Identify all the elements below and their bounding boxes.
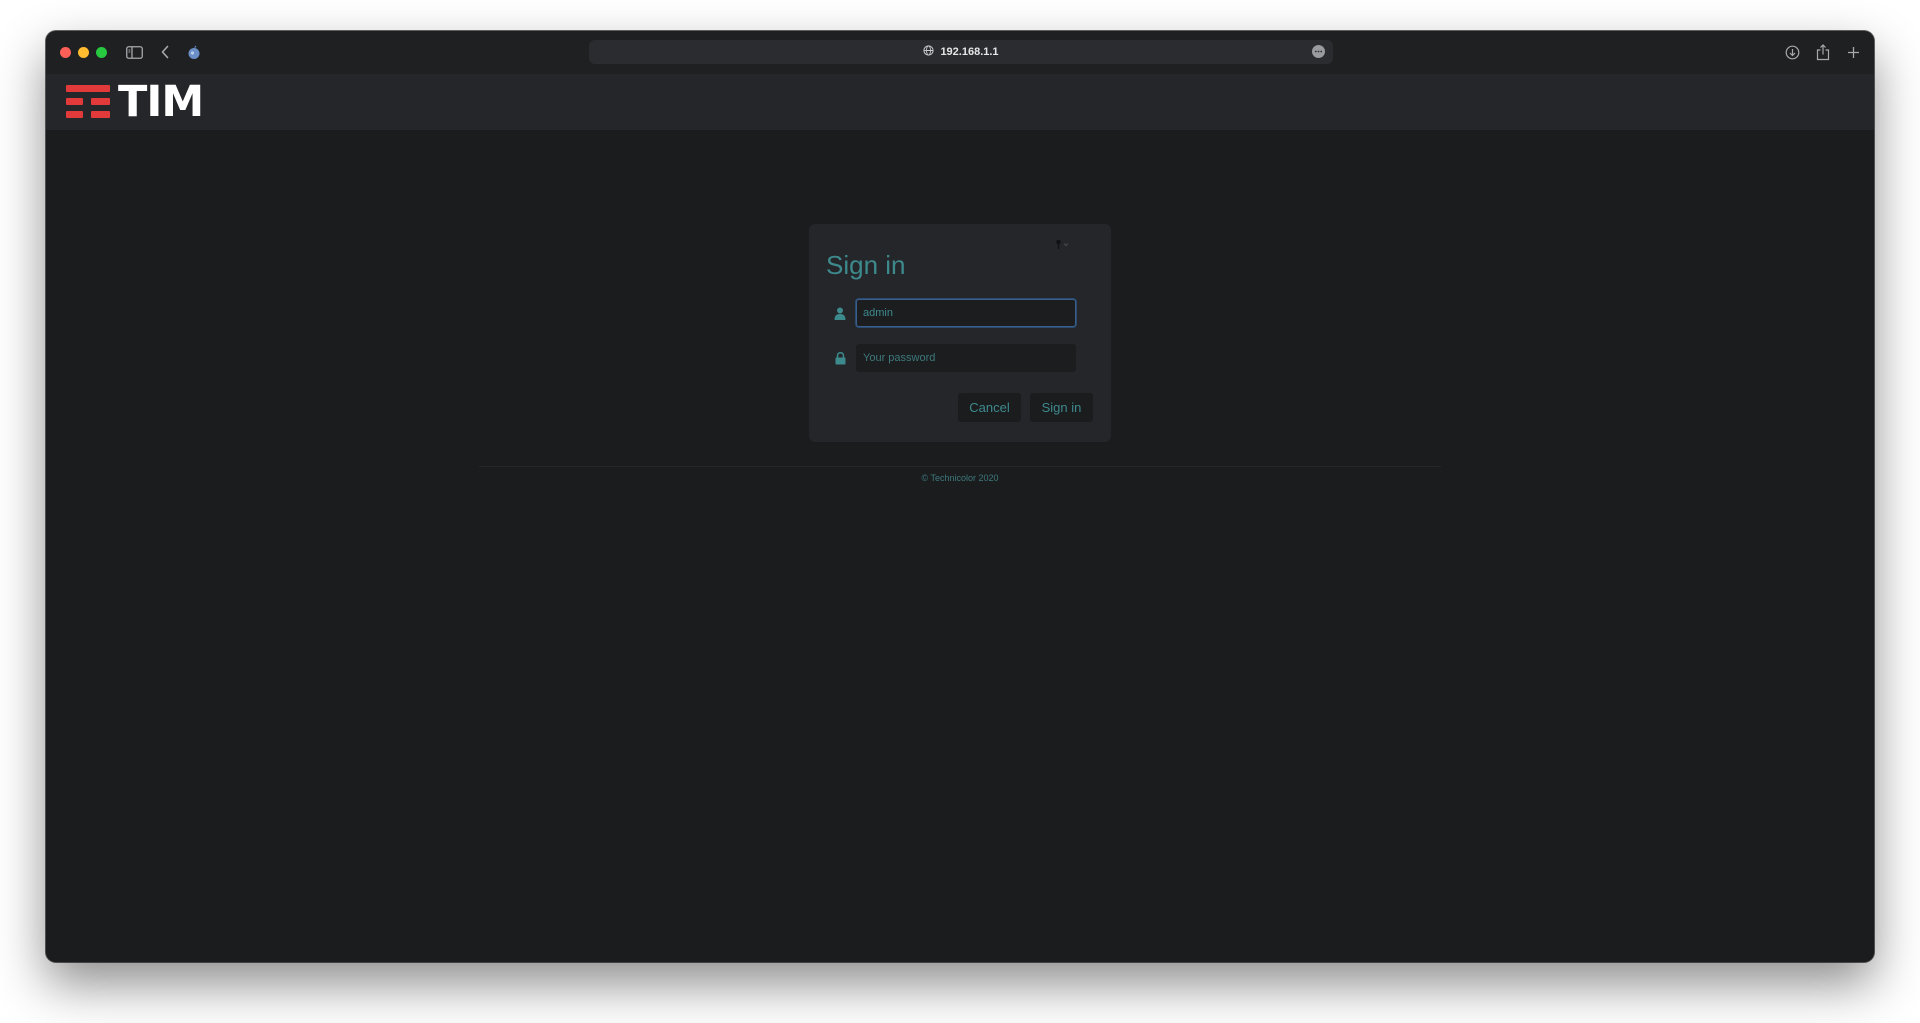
zoom-window-button[interactable] <box>96 47 107 58</box>
user-icon <box>833 306 847 320</box>
sidebar-icon[interactable] <box>124 42 144 62</box>
more-icon[interactable] <box>1312 45 1325 58</box>
password-input[interactable] <box>856 344 1076 372</box>
new-tab-icon[interactable] <box>1843 42 1863 62</box>
minimize-window-button[interactable] <box>78 47 89 58</box>
browser-toolbar: 192.168.1.1 <box>46 31 1874 74</box>
footer-divider <box>479 466 1441 467</box>
username-input[interactable] <box>856 299 1076 327</box>
site-header: TIM <box>46 74 1874 130</box>
signin-form: Sign in Cancel Sign in <box>809 224 1111 442</box>
back-icon[interactable] <box>155 42 175 62</box>
page-content: Sign in Cancel Sign in © Technicolor 202… <box>46 130 1874 962</box>
close-window-button[interactable] <box>60 47 71 58</box>
globe-icon <box>923 45 935 59</box>
cancel-button[interactable]: Cancel <box>958 393 1021 422</box>
download-icon[interactable] <box>1782 42 1802 62</box>
logo-text: TIM <box>118 77 204 127</box>
tim-logo-icon <box>66 85 110 119</box>
footer-copyright: © Technicolor 2020 <box>921 473 999 483</box>
url-text: 192.168.1.1 <box>940 46 999 58</box>
signin-button[interactable]: Sign in <box>1030 393 1093 422</box>
autofill-key-icon[interactable] <box>1055 239 1069 251</box>
signin-title: Sign in <box>826 250 906 280</box>
address-bar[interactable]: 192.168.1.1 <box>589 40 1333 64</box>
shield-icon[interactable] <box>184 42 204 62</box>
lock-icon <box>833 351 847 365</box>
share-icon[interactable] <box>1813 42 1833 62</box>
browser-window: 192.168.1.1 TIM Sign in admin Cancel Sig… <box>46 31 1874 962</box>
